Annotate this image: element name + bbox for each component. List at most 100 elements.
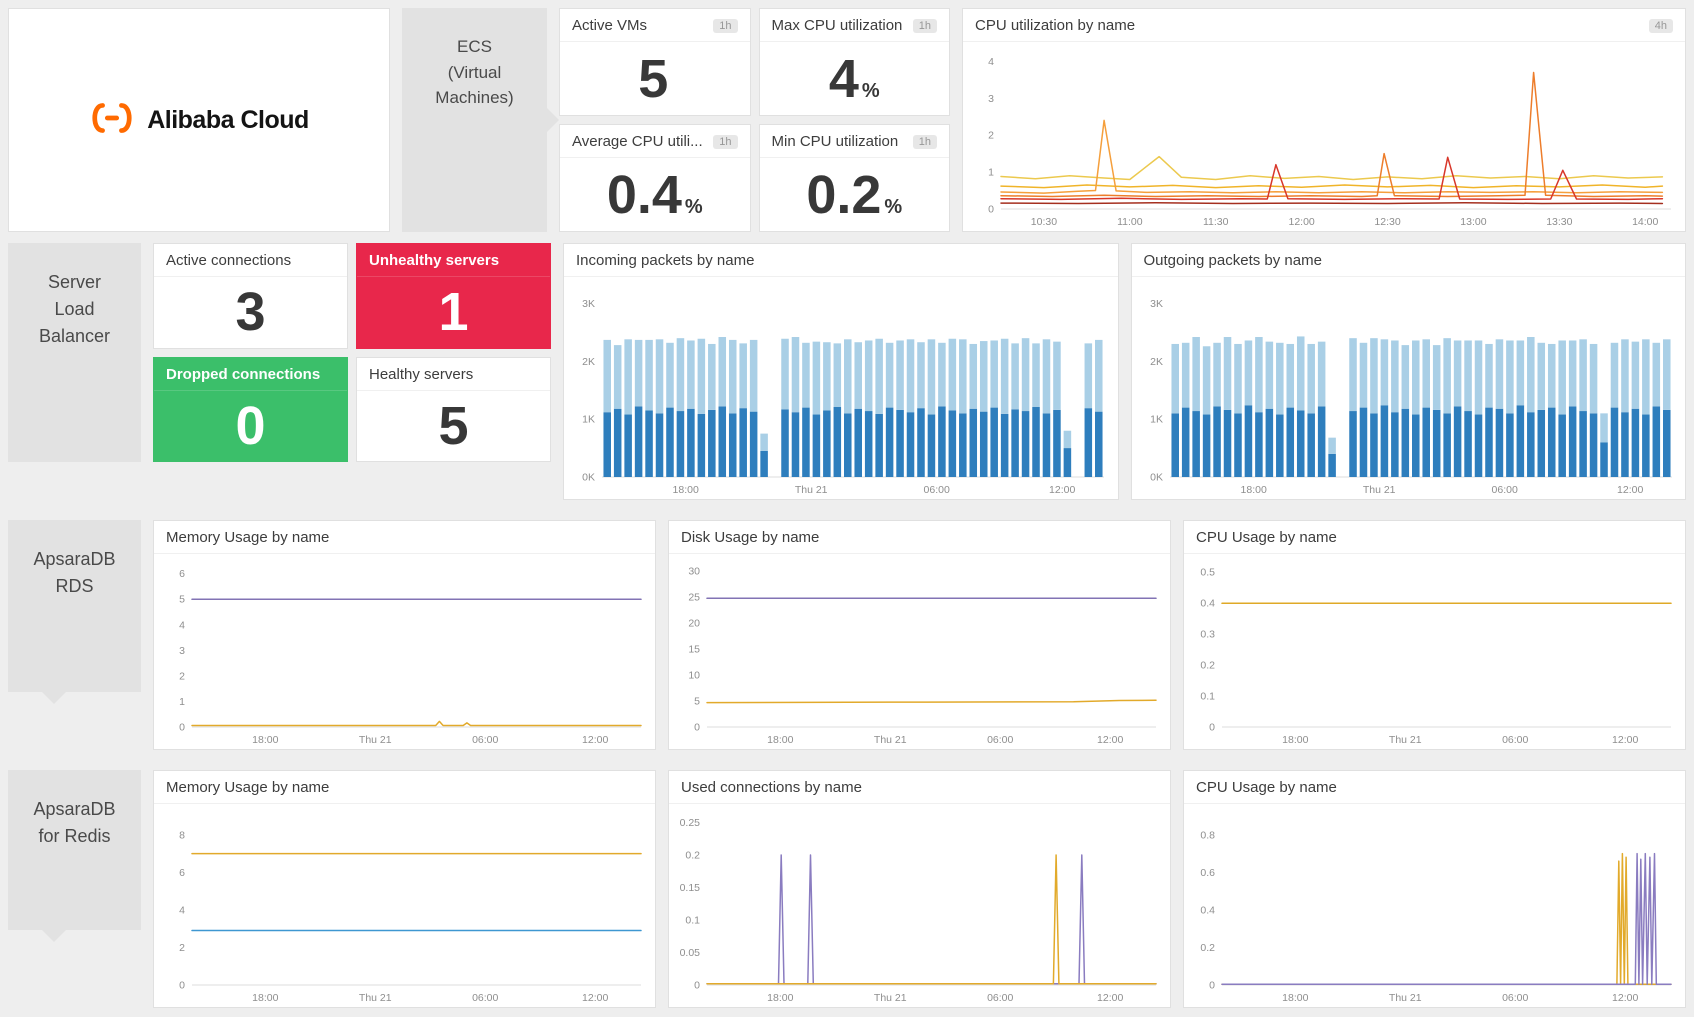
svg-text:12:00: 12:00 — [1097, 734, 1123, 746]
svg-text:0.25: 0.25 — [680, 817, 701, 829]
svg-text:0: 0 — [179, 722, 185, 734]
svg-text:13:30: 13:30 — [1546, 216, 1572, 228]
time-range-badge: 1h — [913, 19, 937, 33]
svg-text:0.1: 0.1 — [1200, 691, 1215, 703]
svg-text:12:00: 12:00 — [1612, 734, 1638, 746]
group-label-rds: ApsaraDB RDS — [8, 520, 141, 692]
svg-text:06:00: 06:00 — [924, 484, 950, 496]
svg-text:0: 0 — [694, 980, 700, 992]
svg-text:12:00: 12:00 — [1617, 484, 1643, 496]
group-label-redis: ApsaraDB for Redis — [8, 770, 141, 930]
panel-rds-memory-usage: Memory Usage by name 012345618:00Thu 210… — [153, 520, 656, 750]
cpu-utilization-chart[interactable]: 0123410:3011:0011:3012:0012:3013:0013:30… — [963, 42, 1685, 231]
svg-text:0.4: 0.4 — [1200, 904, 1215, 916]
rds-memory-usage-chart[interactable]: 012345618:00Thu 2106:0012:00 — [154, 554, 655, 749]
svg-text:1K: 1K — [1150, 414, 1163, 426]
stat-panel-active-connections: Active connections 3 — [153, 243, 348, 349]
stat-title: Min CPU utilization — [772, 133, 899, 150]
svg-text:Thu 21: Thu 21 — [359, 734, 392, 746]
svg-text:12:00: 12:00 — [582, 734, 608, 746]
chart-title: Disk Usage by name — [681, 529, 819, 546]
panel-redis-memory-usage: Memory Usage by name 0246818:00Thu 2106:… — [153, 770, 656, 1008]
alibaba-cloud-logo-icon — [89, 102, 135, 139]
svg-text:10:30: 10:30 — [1031, 216, 1057, 228]
redis-cpu-usage-chart[interactable]: 00.20.40.60.818:00Thu 2106:0012:00 — [1184, 804, 1685, 1007]
stat-title: Active VMs — [572, 17, 647, 34]
svg-text:14:00: 14:00 — [1632, 216, 1658, 228]
stat-value: 5 — [357, 391, 550, 462]
svg-text:18:00: 18:00 — [1282, 734, 1308, 746]
time-range-badge: 1h — [713, 135, 737, 149]
svg-text:1K: 1K — [582, 414, 595, 426]
svg-text:3K: 3K — [582, 298, 595, 310]
time-range-badge: 1h — [913, 135, 937, 149]
chart-title: Used connections by name — [681, 779, 862, 796]
svg-text:06:00: 06:00 — [987, 734, 1013, 746]
stat-panel-healthy-servers: Healthy servers 5 — [356, 357, 551, 463]
svg-text:18:00: 18:00 — [767, 992, 793, 1004]
svg-text:6: 6 — [179, 568, 185, 580]
svg-text:6: 6 — [179, 867, 185, 879]
svg-text:18:00: 18:00 — [252, 734, 278, 746]
redis-row: ApsaraDB for Redis Memory Usage by name … — [8, 770, 1686, 1008]
svg-text:12:00: 12:00 — [1289, 216, 1315, 228]
chart-title: CPU utilization by name — [975, 17, 1135, 34]
svg-text:0: 0 — [1209, 980, 1215, 992]
panel-rds-cpu-usage: CPU Usage by name 00.10.20.30.40.518:00T… — [1183, 520, 1686, 750]
stat-value: 3 — [154, 277, 347, 348]
panel-redis-cpu-usage: CPU Usage by name 00.20.40.60.818:00Thu … — [1183, 770, 1686, 1008]
alibaba-cloud-logo-panel: Alibaba Cloud — [8, 8, 390, 232]
svg-text:0.2: 0.2 — [685, 850, 700, 862]
rds-disk-usage-chart[interactable]: 05101520253018:00Thu 2106:0012:00 — [669, 554, 1170, 749]
panel-rds-disk-usage: Disk Usage by name 05101520253018:00Thu … — [668, 520, 1171, 750]
svg-text:Thu 21: Thu 21 — [1389, 992, 1422, 1004]
rds-cpu-usage-chart[interactable]: 00.10.20.30.40.518:00Thu 2106:0012:00 — [1184, 554, 1685, 749]
svg-text:4: 4 — [179, 904, 185, 916]
dashboard: Alibaba Cloud ECS (Virtual Machines) Act… — [0, 0, 1694, 1016]
svg-text:12:00: 12:00 — [1049, 484, 1075, 496]
svg-text:1: 1 — [179, 696, 185, 708]
svg-text:0.8: 0.8 — [1200, 829, 1215, 841]
group-label-ecs: ECS (Virtual Machines) — [402, 8, 547, 232]
svg-text:4: 4 — [179, 619, 185, 631]
svg-text:06:00: 06:00 — [1502, 734, 1528, 746]
stat-value: 4% — [760, 42, 950, 115]
chart-title: Memory Usage by name — [166, 529, 329, 546]
svg-text:0K: 0K — [582, 472, 595, 484]
slb-stats-grid: Active connections 3 Unhealthy servers 1… — [153, 243, 551, 462]
svg-text:0.2: 0.2 — [1200, 660, 1215, 672]
stat-title: Healthy servers — [369, 366, 473, 383]
ecs-stats-grid: Active VMs 1h 5 Max CPU utilization 1h 4… — [559, 8, 950, 232]
svg-text:25: 25 — [688, 592, 700, 604]
outgoing-packets-chart[interactable]: 0K1K2K3K18:00Thu 2106:0012:00 — [1132, 277, 1686, 499]
svg-text:3: 3 — [179, 645, 185, 657]
svg-text:0: 0 — [694, 722, 700, 734]
svg-text:3K: 3K — [1150, 298, 1163, 310]
slb-row: Server Load Balancer Active connections … — [8, 243, 1686, 500]
stat-panel-avg-cpu: Average CPU utili... 1h 0.4% — [559, 124, 751, 232]
svg-text:1: 1 — [988, 167, 994, 179]
svg-text:2K: 2K — [1150, 356, 1163, 368]
stat-title: Dropped connections — [166, 366, 320, 383]
svg-text:18:00: 18:00 — [767, 734, 793, 746]
panel-incoming-packets: Incoming packets by name 0K1K2K3K18:00Th… — [563, 243, 1119, 500]
redis-used-connections-chart[interactable]: 00.050.10.150.20.2518:00Thu 2106:0012:00 — [669, 804, 1170, 1007]
svg-text:0.5: 0.5 — [1200, 567, 1215, 579]
panel-redis-used-connections: Used connections by name 00.050.10.150.2… — [668, 770, 1171, 1008]
svg-text:06:00: 06:00 — [1491, 484, 1517, 496]
svg-text:18:00: 18:00 — [1240, 484, 1266, 496]
redis-memory-usage-chart[interactable]: 0246818:00Thu 2106:0012:00 — [154, 804, 655, 1007]
svg-text:12:00: 12:00 — [1097, 992, 1123, 1004]
svg-text:0K: 0K — [1150, 472, 1163, 484]
svg-text:0.3: 0.3 — [1200, 629, 1215, 641]
svg-text:0.05: 0.05 — [680, 947, 701, 959]
svg-text:0.15: 0.15 — [680, 882, 701, 894]
svg-text:12:30: 12:30 — [1374, 216, 1400, 228]
chart-title: Incoming packets by name — [576, 252, 754, 269]
svg-text:4: 4 — [988, 56, 994, 68]
svg-text:10: 10 — [688, 670, 700, 682]
svg-text:06:00: 06:00 — [987, 992, 1013, 1004]
stat-value: 0.4% — [560, 158, 750, 231]
stat-value: 0.2% — [760, 158, 950, 231]
incoming-packets-chart[interactable]: 0K1K2K3K18:00Thu 2106:0012:00 — [564, 277, 1118, 499]
